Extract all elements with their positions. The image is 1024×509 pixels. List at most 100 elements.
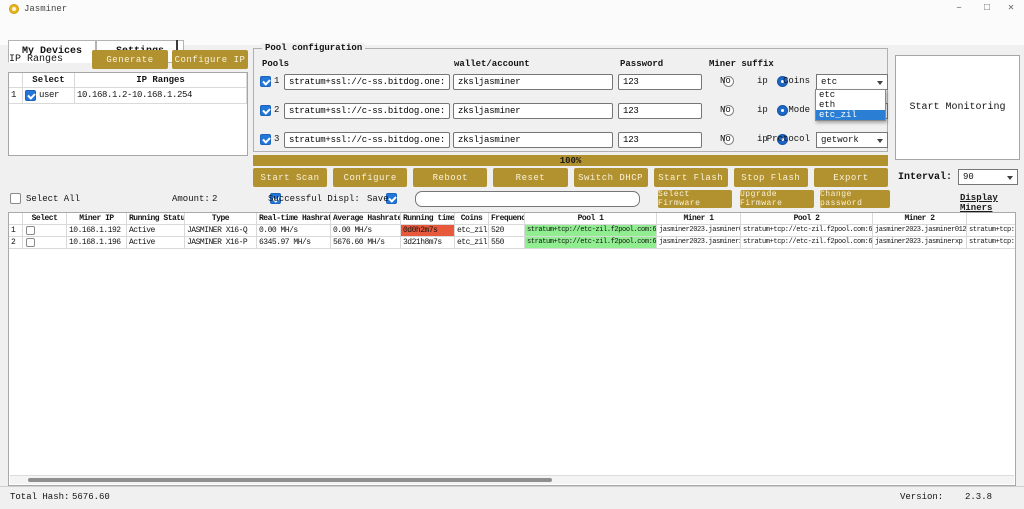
- pool3-url-input[interactable]: [284, 132, 450, 148]
- row2-coins: etc_zil: [455, 237, 489, 249]
- total-hash-label: Total Hash:: [10, 492, 69, 502]
- header-miner-ip: Miner IP: [67, 213, 127, 225]
- horizontal-scrollbar-thumb[interactable]: [28, 478, 552, 482]
- ip-range-value: 10.168.1.2-10.168.1.254: [75, 88, 247, 104]
- row2-select-checkbox[interactable]: [26, 238, 35, 247]
- row1-status: Active: [127, 225, 185, 237]
- coins-select[interactable]: etc: [816, 74, 888, 90]
- export-button[interactable]: Export: [814, 168, 888, 187]
- row1-select-checkbox[interactable]: [26, 226, 35, 235]
- generate-button[interactable]: Generate: [92, 50, 168, 69]
- reboot-button[interactable]: Reboot: [413, 168, 487, 187]
- maximize-button[interactable]: □: [976, 1, 998, 17]
- pool2-password-input[interactable]: [618, 103, 702, 119]
- start-scan-button[interactable]: Start Scan: [253, 168, 327, 187]
- save-label: Save: [367, 194, 389, 204]
- interval-label: Interval:: [898, 172, 952, 183]
- pool2-wallet-input[interactable]: [453, 103, 613, 119]
- coins-option-eth[interactable]: eth: [816, 100, 885, 110]
- title-bar: Jasminer – □ ✕: [0, 0, 1024, 18]
- upgrade-firmware-button[interactable]: Upgrade Firmware: [740, 190, 814, 208]
- header-pool-3: Pool 3: [967, 213, 1016, 225]
- configure-ip-button[interactable]: Configure IP: [172, 50, 248, 69]
- pool3-number: 3: [274, 134, 279, 144]
- select-all-label: Select All: [26, 194, 80, 204]
- change-password-button[interactable]: Change password: [820, 190, 890, 208]
- ip-range-checkbox[interactable]: [25, 90, 36, 101]
- wallet-header: wallet/account: [454, 59, 530, 69]
- chevron-down-icon: [1007, 176, 1013, 180]
- pool2-url-input[interactable]: [284, 103, 450, 119]
- header-miner-1: Miner 1: [657, 213, 741, 225]
- row2-pool3: stratum+tcp://etc-zil.f2p: [967, 237, 1016, 249]
- row1-pool1: stratum+tcp://etc-zil.f2pool.com:6200: [525, 225, 657, 237]
- scan-progress-bar: 100%: [253, 155, 888, 166]
- header-running-time: Running time: [401, 213, 455, 225]
- pool3-password-input[interactable]: [618, 132, 702, 148]
- ip-ranges-table-header: Select IP Ranges: [9, 73, 247, 88]
- row2-average: 5676.60 MH/s: [331, 237, 401, 249]
- select-firmware-button[interactable]: Select Firmware: [658, 190, 732, 208]
- firmware-path-input[interactable]: [415, 191, 640, 207]
- ip-row-number: 1: [9, 88, 23, 104]
- configure-button[interactable]: Configure: [333, 168, 407, 187]
- row1-miner-ip: 10.168.1.192: [67, 225, 127, 237]
- pool2-suffix-no-label: No: [720, 105, 731, 115]
- row2-runtime: 3d21h8m7s: [401, 237, 455, 249]
- ip-ranges-panel: Select IP Ranges 1 user 10.168.1.2-10.16…: [8, 72, 248, 156]
- row1-runtime: 0d0h2m7s: [401, 225, 455, 237]
- reset-button[interactable]: Reset: [493, 168, 567, 187]
- header-select: Select: [23, 213, 67, 225]
- select-all-checkbox[interactable]: [10, 193, 21, 204]
- row1-frequency: 520: [489, 225, 525, 237]
- successful-display-label: Successful Displ:: [268, 194, 360, 204]
- display-miners-link[interactable]: Display Miners: [960, 193, 1024, 213]
- header-coins: Coins: [455, 213, 489, 225]
- row2-frequency: 550: [489, 237, 525, 249]
- horizontal-scrollbar[interactable]: [10, 475, 1014, 484]
- protocol-select-value: getwork: [821, 135, 859, 145]
- version-value: 2.3.8: [965, 492, 992, 502]
- protocol-label: Protocol: [754, 134, 810, 144]
- coins-select-value: etc: [821, 77, 837, 87]
- protocol-select[interactable]: getwork: [816, 132, 888, 148]
- row2-miner-ip: 10.168.1.196: [67, 237, 127, 249]
- start-flash-button[interactable]: Start Flash: [654, 168, 728, 187]
- coins-option-etc[interactable]: etc: [816, 90, 885, 100]
- pool1-wallet-input[interactable]: [453, 74, 613, 90]
- header-frequency: Frequency: [489, 213, 525, 225]
- switch-dhcp-button[interactable]: Switch DHCP: [574, 168, 648, 187]
- header-realtime-hashrate: Real-time Hashrate: [257, 213, 331, 225]
- row1-number: 1: [9, 225, 23, 237]
- pool1-number: 1: [274, 76, 279, 86]
- ip-header-ranges: IP Ranges: [75, 73, 247, 88]
- pool3-wallet-input[interactable]: [453, 132, 613, 148]
- stop-flash-button[interactable]: Stop Flash: [734, 168, 808, 187]
- scan-progress-value: 100%: [560, 156, 582, 166]
- pool1-enabled-checkbox[interactable]: [260, 76, 271, 87]
- start-monitoring-button[interactable]: Start Monitoring: [895, 55, 1020, 160]
- pools-header: Pools: [262, 59, 289, 69]
- pool-configuration-group: Pool configuration Pools wallet/account …: [253, 48, 888, 152]
- row2-type: JASMINER X16-P: [185, 237, 257, 249]
- coins-option-etc-zil[interactable]: etc_zil: [816, 110, 885, 120]
- miner-row-1: 1 10.168.1.192 Active JASMINER X16-Q 0.0…: [9, 225, 1016, 237]
- close-button[interactable]: ✕: [1000, 1, 1022, 17]
- pool2-enabled-checkbox[interactable]: [260, 105, 271, 116]
- minimize-button[interactable]: –: [948, 1, 970, 17]
- interval-select[interactable]: 90: [958, 169, 1018, 185]
- password-header: Password: [620, 59, 663, 69]
- pool-configuration-legend: Pool configuration: [262, 43, 365, 53]
- header-miner-2: Miner 2: [873, 213, 967, 225]
- pool3-enabled-checkbox[interactable]: [260, 134, 271, 145]
- ip-range-user: user: [39, 88, 59, 103]
- pool-row-3: 3 No ip Protocol getwork: [254, 132, 889, 149]
- mode-label: Mode: [754, 105, 810, 115]
- miners-table: Select Miner IP Running Status Type Real…: [8, 212, 1016, 486]
- pool1-password-input[interactable]: [618, 74, 702, 90]
- row2-pool1: stratum+tcp://etc-zil.f2pool.com:6200: [525, 237, 657, 249]
- action-buttons-row: Start Scan Configure Reboot Reset Switch…: [253, 168, 888, 187]
- header-average-hashrate: Average Hashrate: [331, 213, 401, 225]
- pool1-url-input[interactable]: [284, 74, 450, 90]
- miners-table-header-row: Select Miner IP Running Status Type Real…: [9, 213, 1016, 225]
